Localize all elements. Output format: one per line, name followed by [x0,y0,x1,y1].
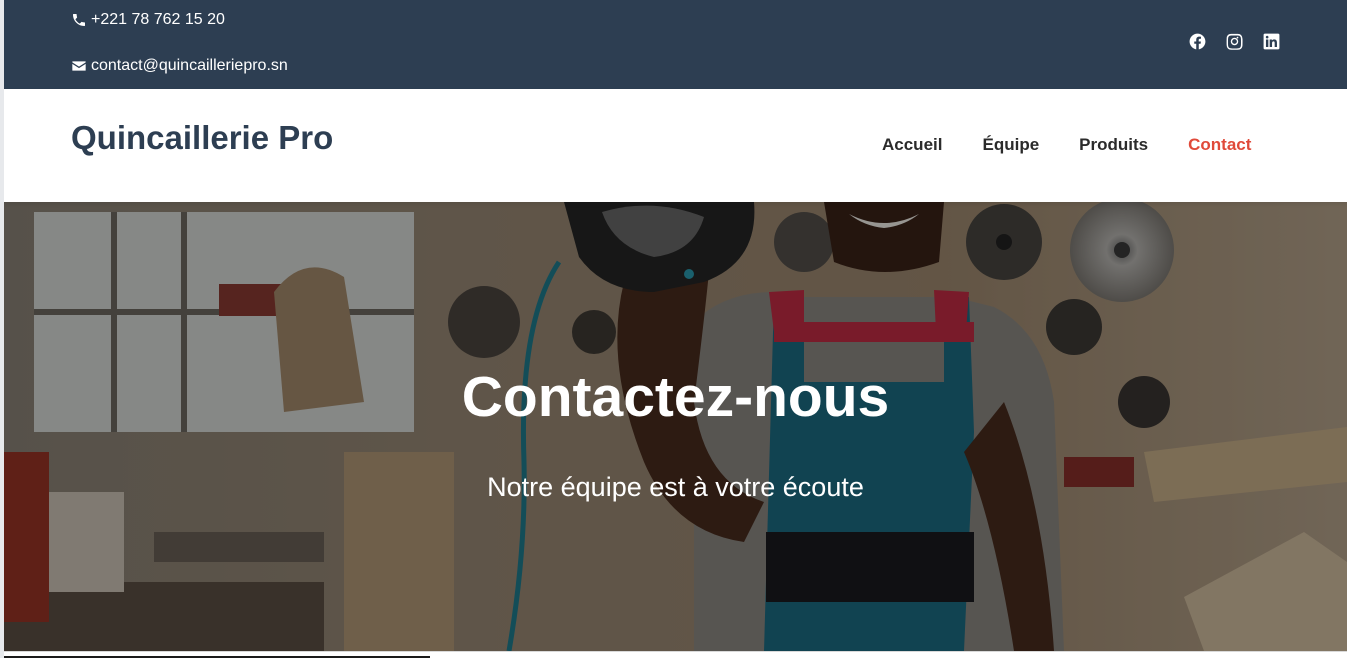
top-bar: +221 78 762 15 20 contact@quincailleriep… [4,0,1347,89]
phone-number: +221 78 762 15 20 [91,11,225,28]
main-nav: Accueil Équipe Produits Contact [882,135,1251,155]
email-contact[interactable]: contact@quincailleriepro.sn [71,57,288,75]
nav-item-produits[interactable]: Produits [1079,135,1148,155]
nav-item-contact[interactable]: Contact [1188,135,1251,155]
hero-banner: Contactez-nous Notre équipe est à votre … [4,202,1347,651]
site-header: Quincaillerie Pro Accueil Équipe Produit… [4,89,1347,202]
phone-icon [73,14,85,26]
hero-title: Contactez-nous [461,365,890,429]
facebook-icon[interactable] [1188,32,1207,51]
phone-contact[interactable]: +221 78 762 15 20 [71,11,225,29]
instagram-icon[interactable] [1225,32,1244,51]
hero-subtitle: Notre équipe est à votre écoute [487,472,864,502]
site-logo[interactable]: Quincaillerie Pro [71,119,333,157]
envelope-icon [72,61,86,71]
window-left-edge [0,0,4,658]
bottom-edge [0,651,1347,658]
email-address: contact@quincailleriepro.sn [91,57,288,74]
nav-item-accueil[interactable]: Accueil [882,135,942,155]
nav-item-equipe[interactable]: Équipe [982,135,1039,155]
social-links [1188,32,1281,51]
linkedin-icon[interactable] [1262,32,1281,51]
